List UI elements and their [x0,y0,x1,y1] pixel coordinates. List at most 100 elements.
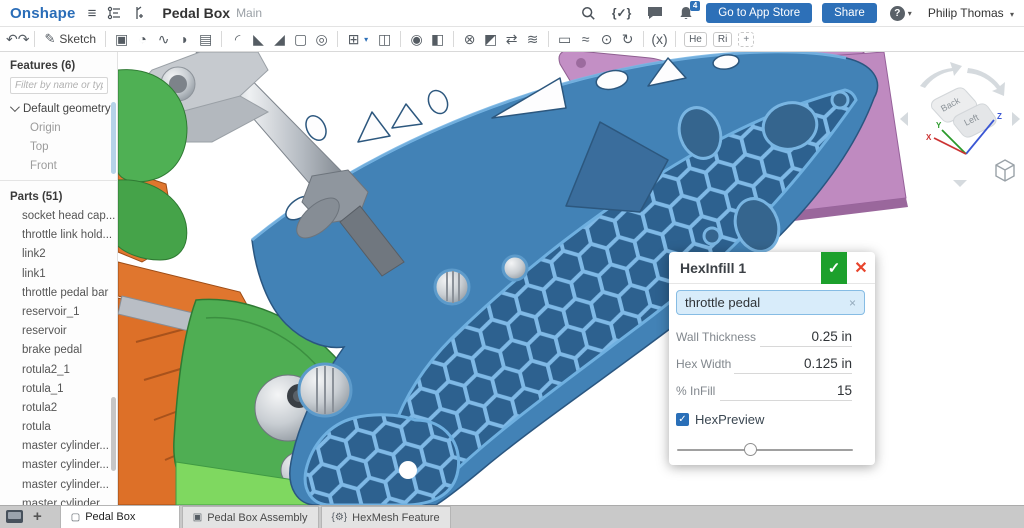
move-face-icon[interactable]: ◩ [480,28,501,50]
hexpreview-checkbox[interactable]: ✓ [676,413,689,426]
undo-icon[interactable]: ↶ [6,31,18,47]
fillet-icon[interactable]: ◜ [227,28,248,50]
hole-icon[interactable]: ◎ [311,28,332,50]
pattern-dropdown-caret[interactable]: ▾ [364,35,374,44]
variables-icon[interactable]: (x) [649,28,670,50]
parts-list-item[interactable]: link1 [0,265,117,284]
linear-pattern-icon[interactable]: ⊞ [343,28,364,50]
parameter-value-input[interactable]: 0.125 in [734,356,852,374]
notifications-bell-icon[interactable]: 4 [679,6,693,21]
hexinfill-dialog: HexInfill 1 ✓ ✕ throttle pedal × Wall Th… [669,252,875,465]
toolbar-separator [105,31,106,47]
search-icon[interactable] [581,6,596,21]
svg-text:X: X [926,133,932,142]
slider-handle[interactable] [744,443,757,456]
graphics-viewport[interactable]: Features (6) Default geometry OriginTopF… [0,52,1024,505]
dialog-cancel-button[interactable]: ✕ [847,258,875,278]
tab-pedal-box-assembly[interactable]: ▣ Pedal Box Assembly [182,506,319,528]
hamburger-menu-icon[interactable]: ≡ [88,5,97,22]
selection-field[interactable]: throttle pedal × [676,290,865,315]
parameter-label: Hex Width [676,357,731,371]
tab-type-icon: {⚙} [332,512,348,523]
add-custom-feature-button[interactable]: + [738,32,754,47]
parameter-value-input[interactable]: 0.25 in [760,329,852,347]
tree-item-default-plane[interactable]: Top [0,138,117,157]
share-button[interactable]: Share [822,3,877,23]
transform-icon[interactable]: ⇄ [501,28,522,50]
redo-icon[interactable]: ↷ [18,31,30,47]
feature-filter-input[interactable] [10,77,108,94]
features-panel-title: Features (6) [0,52,117,76]
delete-face-icon[interactable]: ⊗ [459,28,480,50]
dialog-header: HexInfill 1 ✓ ✕ [669,252,875,284]
onshape-logo[interactable]: Onshape [10,5,76,22]
slider-track[interactable] [677,449,853,451]
parts-list-item[interactable]: master cylinder... [0,437,117,456]
create-version-icon[interactable] [133,6,145,20]
split-icon[interactable]: ◧ [427,28,448,50]
dialog-confirm-button[interactable]: ✓ [821,252,847,284]
mirror-icon[interactable]: ◫ [374,28,395,50]
user-menu-button[interactable]: Philip Thomas ▾ [928,6,1014,20]
parts-list-item[interactable]: reservoir_1 [0,303,117,322]
chamfer-icon[interactable]: ◣ [248,28,269,50]
parts-list-item[interactable]: master cylinder... [0,456,117,475]
thicken-icon[interactable]: ▤ [195,28,216,50]
parts-list-item[interactable]: master cylinder... [0,476,117,495]
curves-icon[interactable]: ≈ [575,28,596,50]
modify-fillet-icon[interactable]: ↻ [617,28,638,50]
go-to-app-store-button[interactable]: Go to App Store [706,3,812,23]
versions-history-icon[interactable] [107,6,122,20]
parts-list-item[interactable]: master cylinder [0,495,117,505]
comments-icon[interactable] [647,6,663,20]
selection-clear-icon[interactable]: × [849,296,856,310]
parts-list-item[interactable]: socket head cap... [0,207,117,226]
offset-surface-icon[interactable]: ≋ [522,28,543,50]
toolbar-separator [453,31,454,47]
parts-list-item[interactable]: brake pedal [0,341,117,360]
revolve-icon[interactable]: ◔ [132,28,153,50]
sweep-icon[interactable]: ∿ [153,28,174,50]
helix-icon[interactable]: ⊙ [596,28,617,50]
parameter-value-input[interactable]: 15 [720,383,852,401]
add-tab-button[interactable]: + [33,507,42,527]
parts-list-item[interactable]: rotula [0,418,117,437]
toolbar-separator [548,31,549,47]
parts-list-item[interactable]: rotula_1 [0,380,117,399]
parts-list-item[interactable]: rotula2 [0,399,117,418]
surface-icon[interactable]: ▭ [554,28,575,50]
tree-item-default-plane[interactable]: Front [0,157,117,176]
isometric-view-button[interactable] [996,160,1014,181]
feature-studio-icon[interactable]: {✓} [612,6,631,20]
tree-item-default-geometry[interactable]: Default geometry [0,100,117,119]
upper-mount-part[interactable] [118,70,187,260]
tab-label: HexMesh Feature [352,512,439,524]
document-tab-bar: + ▢ Pedal Box ▣ Pedal Box Assembly {⚙} H… [0,505,1024,528]
loft-icon[interactable]: ◗ [174,28,195,50]
custom-feature-ri-button[interactable]: Ri [713,32,732,47]
tab-pedal-box[interactable]: ▢ Pedal Box [60,505,180,528]
sketch-button[interactable]: ✎ Sketch [44,31,96,47]
manage-tabs-icon[interactable] [6,510,23,523]
shell-icon[interactable]: ▢ [290,28,311,50]
tree-item-default-plane[interactable]: Origin [0,119,117,138]
parts-list-item[interactable]: throttle pedal bar [0,284,117,303]
view-cube[interactable]: Back Left Z Y X [898,56,1022,188]
features-scrollbar[interactable] [111,102,116,174]
tab-type-icon: ▢ [71,512,80,523]
chevron-down-icon[interactable] [10,102,20,112]
parts-scrollbar[interactable] [111,397,116,471]
parts-list-item[interactable]: throttle link hold... [0,226,117,245]
top-bar: Onshape ≡ Pedal Box Main {✓} 4 Go to App… [0,0,1024,27]
extrude-icon[interactable]: ▣ [111,28,132,50]
notification-count-badge: 4 [690,1,700,11]
help-menu-button[interactable]: ? ▾ [890,6,912,21]
draft-icon[interactable]: ◢ [269,28,290,50]
parts-list-item[interactable]: rotula2_1 [0,361,117,380]
custom-feature-he-button[interactable]: He [684,32,707,47]
parts-list-item[interactable]: reservoir [0,322,117,341]
parts-list-item[interactable]: link2 [0,245,117,264]
tab-label: Pedal Box Assembly [207,512,307,524]
tab-hexmesh-feature[interactable]: {⚙} HexMesh Feature [321,506,451,528]
boolean-icon[interactable]: ◉ [406,28,427,50]
